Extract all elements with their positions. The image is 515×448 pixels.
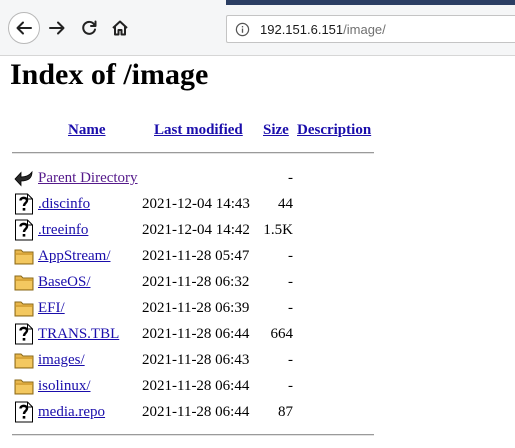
table-row: EFI/2021-11-28 06:39 - xyxy=(0,296,400,322)
home-icon xyxy=(112,20,128,36)
file-link[interactable]: isolinux/ xyxy=(38,378,91,395)
tab-strip-edge xyxy=(226,0,515,5)
size-cell: - xyxy=(288,378,293,394)
site-info-icon[interactable] xyxy=(234,21,250,37)
unknown-file-icon[interactable] xyxy=(14,193,34,215)
divider-top xyxy=(12,152,374,154)
back-button[interactable] xyxy=(8,12,40,44)
home-button[interactable] xyxy=(106,12,134,44)
table-row: media.repo 2021-11-28 06:44 87 xyxy=(0,400,400,426)
page-title: Index of /image xyxy=(10,58,209,91)
column-header-description[interactable]: Description xyxy=(297,122,371,139)
file-link[interactable]: .treeinfo xyxy=(38,222,88,239)
column-header-last-modified[interactable]: Last modified xyxy=(154,122,243,139)
column-header-size[interactable]: Size xyxy=(263,122,289,139)
last-modified-cell: 2021-11-28 06:44 xyxy=(142,378,250,394)
folder-icon[interactable] xyxy=(14,297,34,319)
unknown-file-icon[interactable] xyxy=(14,219,34,241)
reload-icon xyxy=(82,20,97,35)
unknown-file-icon[interactable] xyxy=(14,323,34,345)
file-link[interactable]: AppStream/ xyxy=(38,248,111,265)
url-host: 192.151.6.151 xyxy=(260,21,344,37)
file-link[interactable]: BaseOS/ xyxy=(38,274,91,291)
forward-arrow-icon xyxy=(49,21,65,35)
table-row: .treeinfo 2021-12-04 14:42 1.5K xyxy=(0,218,400,244)
file-link[interactable]: EFI/ xyxy=(38,300,65,317)
back-arrow-icon[interactable] xyxy=(14,167,34,189)
reload-button[interactable] xyxy=(75,12,103,44)
size-cell: 87 xyxy=(278,404,293,420)
table-row: .discinfo 2021-12-04 14:43 44 xyxy=(0,192,400,218)
table-row: TRANS.TBL 2021-11-28 06:44 664 xyxy=(0,322,400,348)
column-header-name[interactable]: Name xyxy=(68,122,106,139)
file-link[interactable]: .discinfo xyxy=(38,196,90,213)
table-row: isolinux/2021-11-28 06:44 - xyxy=(0,374,400,400)
last-modified-cell: 2021-11-28 06:32 xyxy=(142,274,250,290)
url-text[interactable]: 192.151.6.151/image/ xyxy=(260,22,386,37)
table-row: images/2021-11-28 06:43 - xyxy=(0,348,400,374)
size-cell: 1.5K xyxy=(263,222,293,238)
size-cell: - xyxy=(288,170,293,186)
size-cell: - xyxy=(288,248,293,264)
unknown-file-icon[interactable] xyxy=(14,401,34,423)
size-cell: - xyxy=(288,352,293,368)
table-row: AppStream/2021-11-28 05:47 - xyxy=(0,244,400,270)
size-cell: - xyxy=(288,274,293,290)
file-link[interactable]: images/ xyxy=(38,352,85,369)
address-bar[interactable]: 192.151.6.151/image/ xyxy=(226,15,515,43)
divider-bottom xyxy=(12,434,374,436)
folder-icon[interactable] xyxy=(14,349,34,371)
forward-button[interactable] xyxy=(43,12,71,44)
table-row: BaseOS/2021-11-28 06:32 - xyxy=(0,270,400,296)
size-cell: - xyxy=(288,300,293,316)
last-modified-cell: 2021-11-28 06:44 xyxy=(142,326,250,342)
back-arrow-icon xyxy=(16,21,32,35)
last-modified-cell: 2021-12-04 14:42 xyxy=(142,222,250,238)
last-modified-cell: 2021-11-28 06:39 xyxy=(142,300,250,316)
last-modified-cell: 2021-11-28 06:43 xyxy=(142,352,250,368)
folder-icon[interactable] xyxy=(14,271,34,293)
url-path: /image/ xyxy=(343,21,386,37)
browser-toolbar: 192.151.6.151/image/ xyxy=(0,0,515,56)
folder-icon[interactable] xyxy=(14,245,34,267)
folder-icon[interactable] xyxy=(14,375,34,397)
parent-directory-link[interactable]: Parent Directory xyxy=(38,170,138,187)
file-link[interactable]: TRANS.TBL xyxy=(38,326,119,343)
size-cell: 44 xyxy=(278,196,293,212)
last-modified-cell: 2021-11-28 05:47 xyxy=(142,248,250,264)
parent-directory-row: Parent Directory - xyxy=(0,166,400,192)
last-modified-cell: 2021-11-28 06:44 xyxy=(142,404,250,420)
size-cell: 664 xyxy=(270,326,294,342)
last-modified-cell: 2021-12-04 14:43 xyxy=(142,196,250,212)
file-link[interactable]: media.repo xyxy=(38,404,105,421)
